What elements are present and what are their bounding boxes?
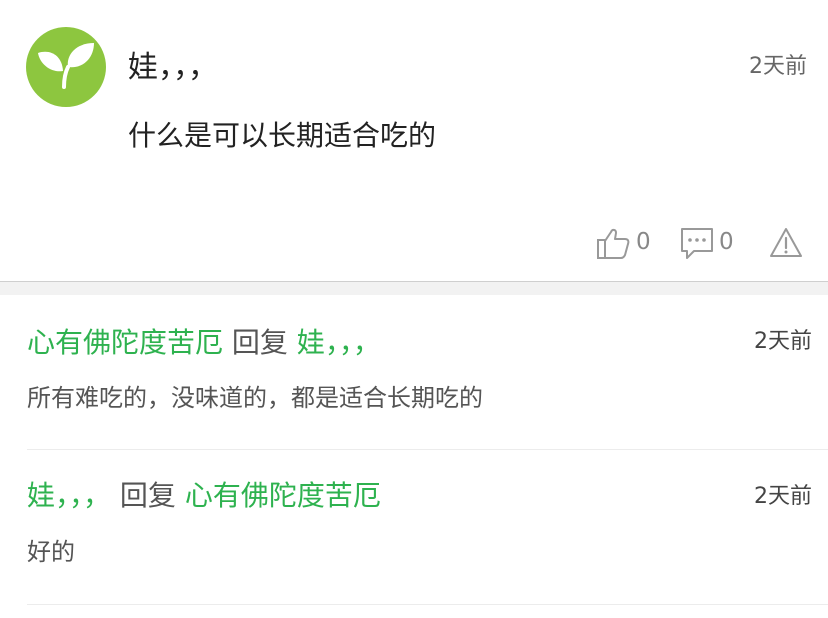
reply-time: 2天前 [754,484,812,509]
comment-actions: 0 0 [0,223,828,263]
comment-icon [681,228,713,259]
reply-text: 所有难吃的，没味道的，都是适合长期吃的 [27,384,483,412]
reply-word: 回复 [231,326,288,359]
report-button[interactable] [768,223,804,263]
thumbs-up-icon [597,228,630,259]
reply-item: 心有佛陀度苦厄 回复 娃，，， 2天前 所有难吃的，没味道的，都是适合长期吃的 [0,295,828,450]
reply-item: 娃，，， 回复 心有佛陀度苦厄 2天前 好的 [0,450,828,605]
comment-thread: 娃，，， 2天前 什么是可以长期适合吃的 0 0 心有佛陀度苦厄 回复 娃，，，… [0,0,828,618]
main-comment: 娃，，， 2天前 什么是可以长期适合吃的 0 0 [0,0,828,281]
section-separator [0,281,828,295]
reply-button[interactable]: 0 [679,223,739,263]
reply-author[interactable]: 娃，，， [27,479,111,512]
like-count: 0 [636,229,651,255]
leaf-icon [38,43,94,89]
like-button[interactable]: 0 [596,223,656,263]
reply-count: 0 [719,229,734,255]
comment-author[interactable]: 娃，，， [128,50,218,86]
reply-author[interactable]: 心有佛陀度苦厄 [27,326,223,359]
avatar[interactable] [26,27,106,107]
warning-icon [770,228,802,257]
reply-text: 好的 [27,538,75,566]
comment-text: 什么是可以长期适合吃的 [128,119,437,152]
reply-divider [27,604,828,605]
reply-time: 2天前 [754,329,812,354]
reply-target[interactable]: 心有佛陀度苦厄 [185,479,381,512]
comment-time: 2天前 [749,54,807,79]
reply-header: 心有佛陀度苦厄 回复 娃，，， [27,325,381,361]
reply-target[interactable]: 娃，，， [297,326,381,359]
reply-word: 回复 [119,479,176,512]
reply-header: 娃，，， 回复 心有佛陀度苦厄 [27,478,381,514]
